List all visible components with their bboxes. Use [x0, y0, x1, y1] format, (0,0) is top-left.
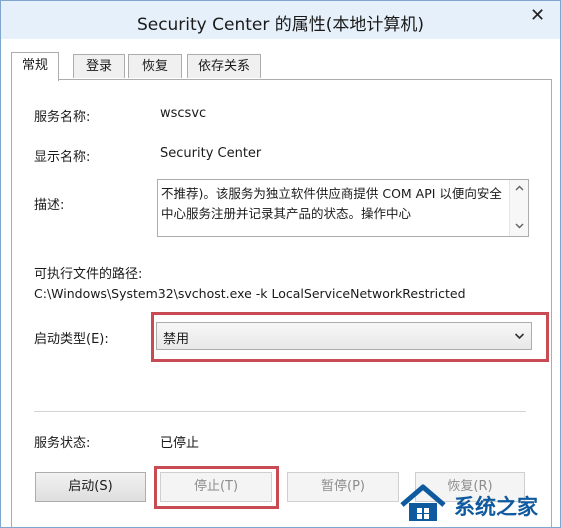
display-name-label: 显示名称:: [34, 150, 91, 165]
description-label: 描述:: [34, 198, 65, 213]
description-scrollbar[interactable]: [509, 180, 528, 236]
service-name-value: wscsvc: [160, 106, 207, 121]
exe-path-value: C:\Windows\System32\svchost.exe -k Local…: [34, 286, 466, 301]
exe-path-label: 可执行文件的路径:: [34, 267, 143, 282]
tab-recovery[interactable]: 恢复: [128, 54, 182, 78]
tab-general[interactable]: 常规: [11, 52, 59, 81]
description-text: 不推荐)。该服务为独立软件供应商提供 COM API 以便向安全中心服务注册并记…: [161, 186, 502, 221]
title-bar: Security Center 的属性(本地计算机) ✕: [1, 1, 560, 39]
tab-logon[interactable]: 登录: [73, 54, 125, 78]
watermark-text: 系统之家: [454, 495, 538, 519]
properties-dialog: Security Center 的属性(本地计算机) ✕ 常规 登录 恢复 依存…: [0, 0, 561, 528]
service-name-label: 服务名称:: [34, 110, 91, 125]
startup-type-highlight: [151, 312, 549, 362]
stop-button-highlight: [154, 466, 279, 509]
watermark: 系统之家: [396, 477, 560, 527]
close-button[interactable]: ✕: [515, 1, 560, 31]
window-title: Security Center 的属性(本地计算机): [136, 15, 425, 35]
general-panel: [11, 79, 552, 527]
chevron-down-icon[interactable]: [510, 220, 528, 234]
close-icon: ✕: [529, 5, 546, 26]
service-status-value: 已停止: [160, 436, 200, 451]
pause-button[interactable]: 暂停(P): [287, 472, 399, 502]
service-status-label: 服务状态:: [34, 436, 91, 451]
house-logo-icon: [400, 484, 446, 521]
startup-type-label: 启动类型(E):: [34, 332, 109, 347]
start-button[interactable]: 启动(S): [35, 472, 146, 502]
separator: [34, 411, 526, 412]
tab-dependencies[interactable]: 依存关系: [187, 54, 261, 78]
chevron-up-icon[interactable]: [510, 182, 528, 196]
description-box[interactable]: 不推荐)。该服务为独立软件供应商提供 COM API 以便向安全中心服务注册并记…: [157, 179, 529, 237]
display-name-value: Security Center: [160, 146, 262, 161]
